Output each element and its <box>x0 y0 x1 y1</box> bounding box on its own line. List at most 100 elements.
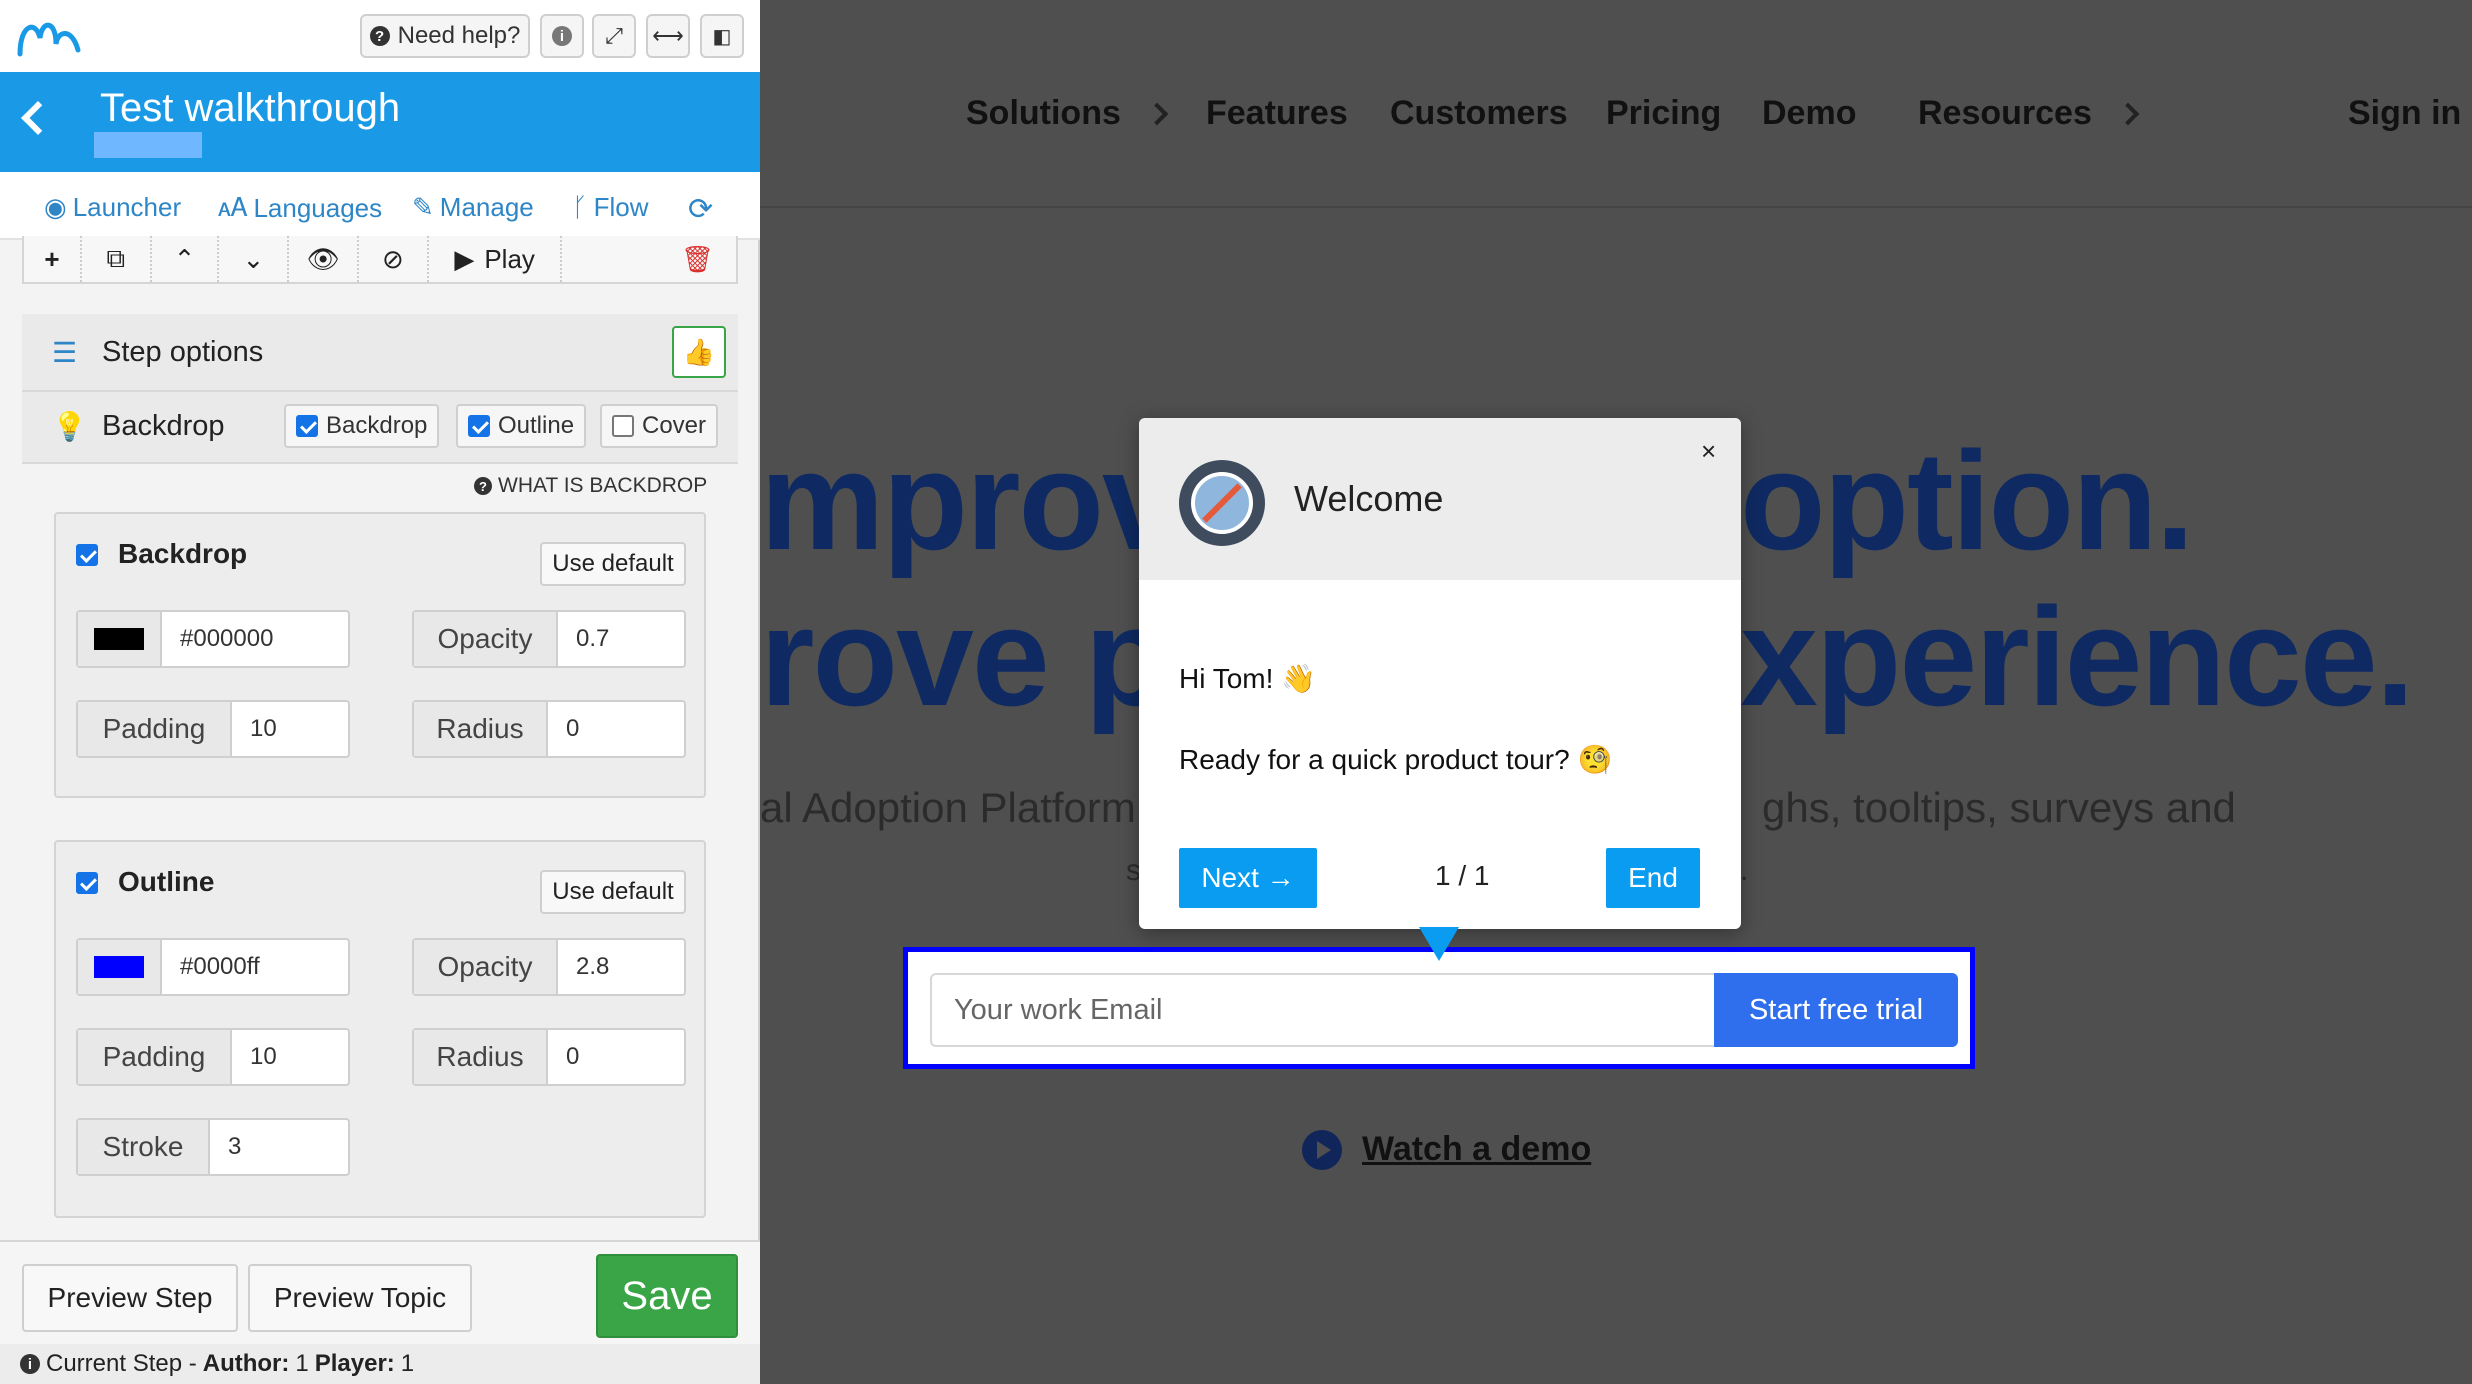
back-arrow-icon[interactable] <box>21 101 55 135</box>
compass-icon <box>1179 460 1265 546</box>
backdrop-checkbox[interactable]: Backdrop <box>284 404 440 448</box>
question-icon: ? <box>369 26 390 46</box>
outline-radius-value[interactable]: 0 <box>548 1030 580 1084</box>
close-icon[interactable]: × <box>1701 436 1716 467</box>
refresh-button[interactable]: ⟳ <box>688 192 713 227</box>
outline-enabled-checkbox[interactable] <box>76 872 98 894</box>
outline-opacity-value[interactable]: 2.8 <box>558 940 610 994</box>
checkbox-unchecked <box>612 415 634 437</box>
nav-sign-in[interactable]: Sign in <box>2348 94 2461 133</box>
play-icon: ▶ <box>454 243 475 274</box>
backdrop-color-value[interactable]: #000000 <box>162 612 274 666</box>
target-icon: ◉ <box>44 192 67 222</box>
tab-flow[interactable]: ᚴ Flow <box>572 192 649 223</box>
color-swatch-box[interactable] <box>78 612 162 666</box>
nav-demo[interactable]: Demo <box>1762 94 1856 133</box>
hero-subtitle-left: al Adoption Platform <box>760 784 1136 831</box>
backdrop-padding-field[interactable]: Padding 10 <box>76 700 350 758</box>
show-button[interactable]: 👁 <box>289 236 360 282</box>
what-is-backdrop-link[interactable]: ? WHAT IS BACKDROP <box>474 474 707 498</box>
color-swatch <box>94 956 144 978</box>
popup-pointer <box>1419 927 1459 961</box>
radius-label: Radius <box>414 1030 548 1084</box>
site-nav: Solutions Features Customers Pricing Dem… <box>760 0 2472 208</box>
nav-resources[interactable]: Resources <box>1918 94 2140 133</box>
step-toolbar: + ⧉ ⌃ ⌄ 👁 ⊘ ▶ Play 🗑 <box>22 236 738 284</box>
chevron-right-icon <box>1145 102 1169 125</box>
padding-label: Padding <box>78 1030 232 1084</box>
backdrop-opacity-field[interactable]: Opacity 0.7 <box>412 610 686 668</box>
translate-icon: 🗚 <box>218 192 248 222</box>
resize-width-button[interactable]: ⟷ <box>646 14 690 58</box>
tab-launcher[interactable]: ◉ Launcher <box>44 192 181 223</box>
lightbulb-icon: 💡 <box>52 411 87 442</box>
delete-step-button[interactable]: 🗑 <box>562 236 736 282</box>
author-label: Author: <box>202 1350 290 1377</box>
outline-stroke-value[interactable]: 3 <box>210 1120 242 1174</box>
cover-checkbox[interactable]: Cover <box>600 404 719 448</box>
info-button[interactable]: i <box>540 14 584 58</box>
step-options-row: ☰ Step options 👍 <box>22 314 738 392</box>
refresh-icon: ⟳ <box>688 193 714 226</box>
outline-color-field[interactable]: #0000ff <box>76 938 350 996</box>
tab-languages[interactable]: 🗚 Languages <box>218 192 382 224</box>
expand-button[interactable]: ⤢ <box>592 14 636 58</box>
need-help-button[interactable]: ? Need help? <box>360 14 530 58</box>
walkthrough-title[interactable]: Test walkthrough <box>100 86 400 131</box>
duplicate-step-button[interactable]: ⧉ <box>82 236 152 282</box>
tab-label: Languages <box>253 192 383 223</box>
collapse-panel-button[interactable]: ◧ <box>700 14 744 58</box>
backdrop-enabled-checkbox[interactable] <box>76 544 98 566</box>
eye-slash-icon: ⊘ <box>382 243 404 274</box>
backdrop-padding-value[interactable]: 10 <box>232 702 277 756</box>
preview-step-button[interactable]: Preview Step <box>22 1264 238 1332</box>
backdrop-row: 💡 Backdrop Backdrop Outline Cover <box>22 392 738 464</box>
work-email-input[interactable]: Your work Email <box>930 973 1716 1047</box>
backdrop-radius-field[interactable]: Radius 0 <box>412 700 686 758</box>
nav-solutions[interactable]: Solutions <box>966 94 1169 133</box>
end-button[interactable]: End <box>1606 848 1700 908</box>
outline-stroke-field[interactable]: Stroke 3 <box>76 1118 350 1176</box>
play-circle-icon <box>1302 1130 1342 1170</box>
tab-label: Flow <box>593 192 649 222</box>
nav-label: Features <box>1206 94 1348 132</box>
backdrop-opacity-value[interactable]: 0.7 <box>558 612 610 666</box>
watch-demo-link[interactable]: Watch a demo <box>1362 1130 1591 1169</box>
title-selection-highlight <box>94 132 202 158</box>
hero-line1-right: option. <box>1740 422 2194 579</box>
outline-padding-field[interactable]: Padding 10 <box>76 1028 350 1086</box>
play-button[interactable]: ▶ Play <box>429 236 563 282</box>
nav-features[interactable]: Features <box>1206 94 1348 133</box>
backdrop-use-default-button[interactable]: Use default <box>540 542 686 586</box>
outline-checkbox[interactable]: Outline <box>456 404 587 448</box>
nav-pricing[interactable]: Pricing <box>1606 94 1721 133</box>
color-swatch-box[interactable] <box>78 940 162 994</box>
move-up-button[interactable]: ⌃ <box>152 236 220 282</box>
opacity-label: Opacity <box>414 612 558 666</box>
thumbs-up-button[interactable]: 👍 <box>672 326 726 378</box>
hero-line1-left: mprov <box>760 422 1180 579</box>
outline-use-default-button[interactable]: Use default <box>540 870 686 914</box>
start-free-trial-button[interactable]: Start free trial <box>1714 973 1958 1047</box>
outline-radius-field[interactable]: Radius 0 <box>412 1028 686 1086</box>
hide-button[interactable]: ⊘ <box>359 236 429 282</box>
backdrop-color-field[interactable]: #000000 <box>76 610 350 668</box>
save-button[interactable]: Save <box>596 1254 738 1338</box>
move-down-button[interactable]: ⌄ <box>219 236 290 282</box>
backdrop-radius-value[interactable]: 0 <box>548 702 580 756</box>
outline-padding-value[interactable]: 10 <box>232 1030 277 1084</box>
info-icon: i <box>552 26 572 46</box>
nav-customers[interactable]: Customers <box>1390 94 1568 133</box>
checkbox-label: Backdrop <box>326 412 428 439</box>
preview-topic-button[interactable]: Preview Topic <box>248 1264 472 1332</box>
outline-color-value[interactable]: #0000ff <box>162 940 260 994</box>
tab-manage[interactable]: ✎ Manage <box>412 192 534 223</box>
tab-label: Launcher <box>72 192 182 222</box>
expand-icon: ⤢ <box>605 23 623 48</box>
add-step-button[interactable]: + <box>24 236 82 282</box>
popup-title: Welcome <box>1294 478 1444 519</box>
outline-opacity-field[interactable]: Opacity 2.8 <box>412 938 686 996</box>
highlighted-signup-form: Your work Email Start free trial <box>903 947 1975 1069</box>
next-button[interactable]: Next → <box>1179 848 1317 908</box>
nav-label: Demo <box>1762 94 1857 132</box>
